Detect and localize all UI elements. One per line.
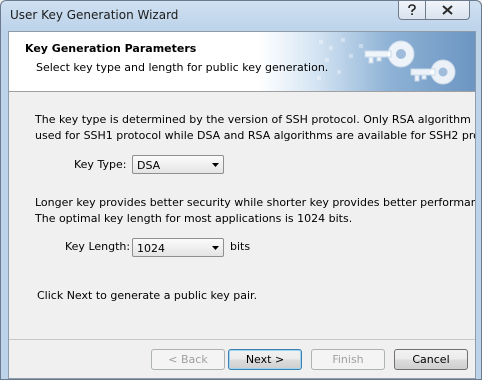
footer-divider: [9, 339, 475, 340]
protocol-description-line: used for SSH1 protocol while DSA and RSA…: [35, 129, 476, 142]
wizard-header: Key Generation Parameters Select key typ…: [9, 32, 475, 92]
next-hint: Click Next to generate a public key pair…: [37, 289, 258, 302]
help-icon: [408, 4, 416, 15]
cancel-button[interactable]: Cancel: [394, 349, 468, 370]
key-type-value: DSA: [137, 159, 161, 172]
next-button[interactable]: Next >: [228, 349, 302, 370]
window-title: User Key Generation Wizard: [10, 8, 179, 22]
back-button[interactable]: < Back: [151, 349, 225, 370]
key-type-label: Key Type:: [74, 158, 127, 171]
key-length-label: Key Length:: [65, 240, 131, 253]
wizard-window: User Key Generation Wizard Key Generatio…: [0, 0, 482, 380]
key-length-description-line: Longer key provides better security whil…: [35, 196, 476, 209]
key-length-description: Longer key provides better security whil…: [35, 195, 476, 227]
key-length-description-line: The optimal key length for most applicat…: [35, 212, 353, 225]
protocol-description-line: The key type is determined by the versio…: [35, 113, 476, 126]
page-title: Key Generation Parameters: [25, 42, 197, 55]
key-length-value: 1024: [137, 242, 165, 255]
key-type-select[interactable]: DSA: [132, 155, 224, 174]
chevron-down-icon: [212, 163, 219, 167]
wizard-client-area: Key Generation Parameters Select key typ…: [8, 31, 476, 379]
title-bar[interactable]: User Key Generation Wizard: [1, 1, 481, 31]
help-button[interactable]: [398, 1, 426, 20]
chevron-down-icon: [212, 246, 219, 250]
close-icon: [442, 5, 453, 15]
key-length-unit: bits: [230, 240, 251, 253]
key-length-select[interactable]: 1024: [132, 238, 224, 257]
finish-button[interactable]: Finish: [311, 349, 385, 370]
close-button[interactable]: [425, 1, 470, 20]
protocol-description: The key type is determined by the versio…: [35, 112, 476, 144]
page-subtitle: Select key type and length for public ke…: [36, 61, 329, 74]
